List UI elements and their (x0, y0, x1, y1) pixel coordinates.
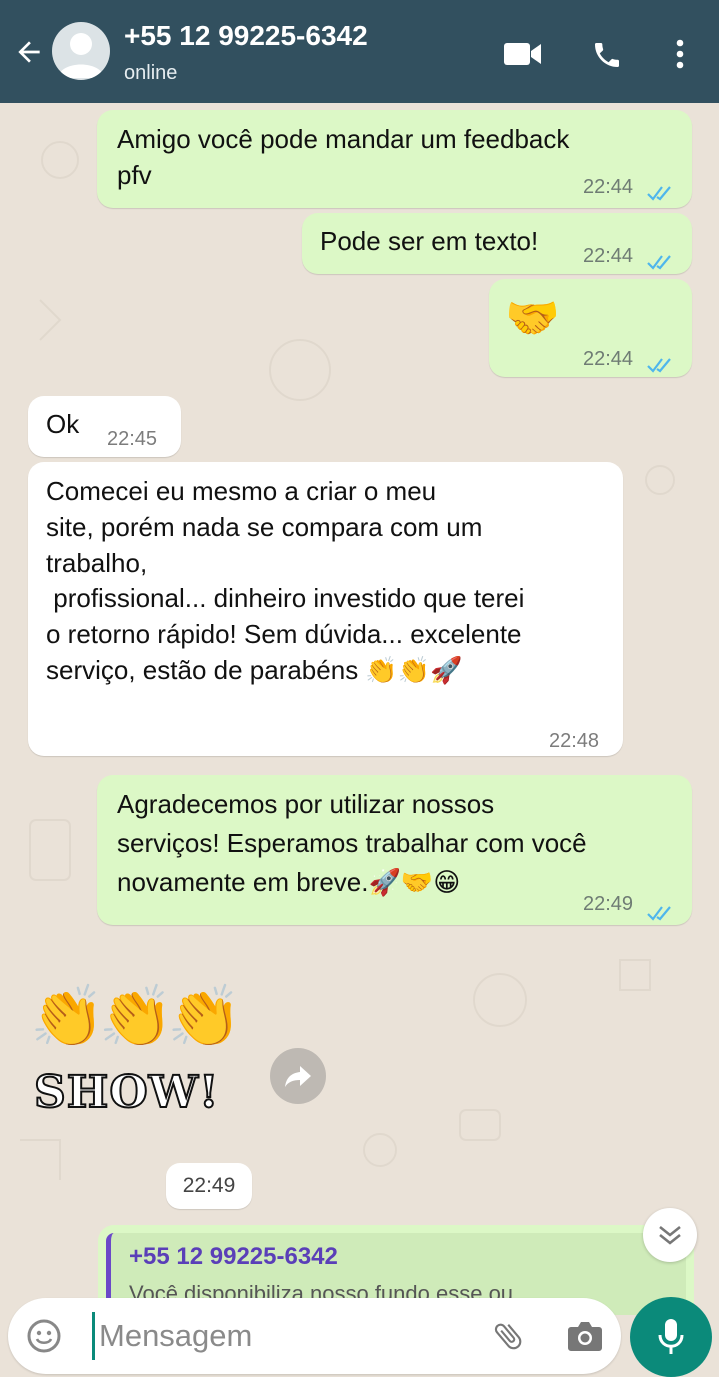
emoji-icon[interactable] (22, 1316, 66, 1356)
message-text: Amigo você pode mandar um feedback pfv (117, 124, 570, 190)
message-time: 22:49 (583, 893, 634, 915)
message-bubble-outgoing[interactable]: Agradecemos por utilizar nossos serviços… (97, 775, 692, 925)
chat-header: +55 12 99225-6342 online (0, 0, 719, 103)
message-text: Agradecemos por utilizar nossos serviços… (117, 789, 587, 897)
back-arrow-icon[interactable] (8, 30, 50, 74)
camera-icon[interactable] (563, 1316, 607, 1356)
forward-icon (285, 1066, 311, 1087)
read-ticks-icon (647, 176, 677, 212)
message-time: 22:45 (107, 428, 158, 450)
sticker-text: SHOW! (33, 1066, 220, 1119)
sticker-time: 22:49 (166, 1163, 252, 1209)
contact-status: online (124, 62, 178, 84)
read-ticks-icon (647, 894, 677, 933)
message-bubble-outgoing[interactable]: Pode ser em texto! 22:44 (302, 213, 692, 274)
quoted-sender: +55 12 99225-6342 (129, 1243, 338, 1270)
handshake-emoji: 🤝 (505, 294, 560, 343)
message-input[interactable] (92, 1312, 479, 1360)
message-time: 22:44 (583, 176, 634, 198)
read-ticks-icon (647, 348, 677, 384)
message-bubble-outgoing[interactable]: 🤝 22:44 (489, 279, 692, 377)
mic-icon (658, 1319, 684, 1354)
message-text: Ok (46, 409, 80, 439)
message-bubble-incoming[interactable]: Ok 22:45 (28, 396, 181, 457)
message-time: 22:48 (549, 730, 600, 752)
avatar[interactable] (52, 22, 110, 80)
message-text: Comecei eu mesmo a criar o meu site, por… (46, 476, 525, 685)
mic-button[interactable] (630, 1297, 712, 1377)
message-bubble-incoming[interactable]: Comecei eu mesmo a criar o meu site, por… (28, 462, 623, 756)
forward-button[interactable] (270, 1048, 326, 1104)
clapping-hands-emoji: 👏👏👏 (30, 983, 242, 1050)
message-text: Pode ser em texto! (320, 226, 539, 256)
message-time: 22:44 (583, 348, 634, 370)
more-vert-icon[interactable] (664, 34, 696, 74)
scroll-to-bottom-button[interactable] (643, 1208, 697, 1262)
show-sticker[interactable]: 👏👏👏 SHOW! (30, 985, 245, 1120)
double-chevron-down-icon (659, 1225, 681, 1245)
phone-icon[interactable] (586, 34, 628, 76)
message-compose-bar (8, 1298, 621, 1374)
contact-name[interactable]: +55 12 99225-6342 (124, 20, 368, 52)
video-call-icon[interactable] (500, 34, 546, 74)
message-bubble-outgoing[interactable]: Amigo você pode mandar um feedback pfv 2… (97, 110, 692, 208)
attach-icon[interactable] (486, 1316, 530, 1356)
message-time: 22:44 (583, 245, 634, 267)
read-ticks-icon (647, 245, 677, 281)
